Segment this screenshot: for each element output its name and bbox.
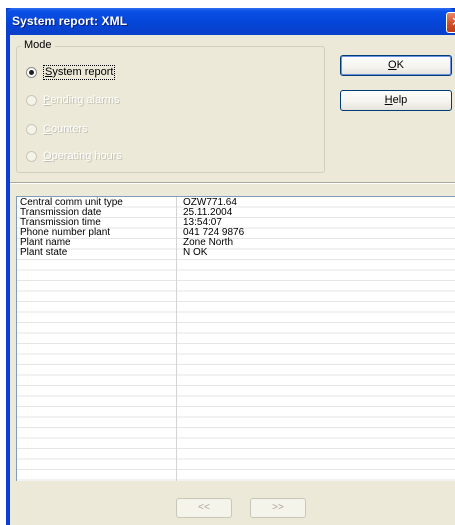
radio-checked-icon[interactable] (26, 66, 37, 78)
button-label-text: elp (392, 94, 408, 106)
help-button[interactable]: Help (340, 90, 452, 111)
property-value: 041 724 9876 (183, 226, 245, 238)
radio-label-operating-hours: Operating hours (43, 150, 122, 163)
report-grid[interactable]: Central comm unit type OZW771.64 Transmi… (16, 196, 455, 481)
separator-line (10, 182, 455, 184)
previous-page-label: << (198, 502, 210, 513)
radio-label-text: ystem report (52, 65, 114, 78)
property-name: Central comm unit type (20, 196, 123, 208)
property-value: OZW771.64 (183, 196, 237, 208)
mode-groupbox: Mode System report Pending alarms Counte… (16, 39, 325, 173)
previous-page-button[interactable]: << (176, 498, 232, 518)
property-value: 25.11.2004 (183, 206, 233, 218)
radio-unchecked-icon (26, 150, 37, 162)
close-icon: ✕ (451, 14, 455, 29)
mnemonic-letter: H (384, 94, 393, 106)
radio-label-text: ending alarms (50, 93, 120, 106)
radio-label-counters: Counters (43, 123, 88, 136)
mnemonic-letter: C (43, 122, 51, 135)
radio-counters: Counters (26, 121, 88, 137)
property-value: Zone North (183, 236, 234, 248)
mode-group-label: Mode (21, 39, 55, 51)
radio-label-system-report[interactable]: System report (43, 64, 116, 80)
mnemonic-letter: O (388, 59, 397, 71)
radio-label-text: ounters (50, 122, 88, 135)
radio-system-report[interactable]: System report (26, 64, 116, 80)
table-row[interactable]: Central comm unit type OZW771.64 (17, 196, 455, 208)
property-value: 13:54:07 (183, 216, 222, 228)
close-button[interactable]: ✕ (446, 12, 455, 33)
radio-label-text: perating hours (51, 149, 122, 162)
ok-button[interactable]: OK (340, 55, 452, 76)
table-row[interactable]: Transmission time 13:54:07 (17, 216, 455, 228)
dialog-client-area: Mode System report Pending alarms Counte… (10, 35, 455, 525)
window-title: System report: XML (12, 14, 128, 28)
property-name: Transmission time (20, 216, 101, 228)
button-label-text: K (396, 59, 404, 71)
property-value: N OK (183, 246, 208, 258)
mnemonic-letter: O (43, 149, 52, 162)
table-row[interactable]: Plant state N OK (17, 246, 455, 258)
next-page-label: >> (272, 502, 284, 513)
property-name: Plant state (20, 246, 68, 258)
next-page-button[interactable]: >> (250, 498, 306, 518)
radio-unchecked-icon (26, 94, 37, 106)
radio-operating-hours: Operating hours (26, 148, 122, 164)
table-row[interactable]: Transmission date 25.11.2004 (17, 206, 455, 218)
radio-unchecked-icon (26, 123, 37, 135)
table-row[interactable]: Phone number plant 041 724 9876 (17, 226, 455, 238)
radio-pending-alarms: Pending alarms (26, 92, 119, 108)
property-name: Transmission date (20, 206, 102, 218)
dialog-window: System report: XML ✕ Mode System report … (6, 8, 455, 525)
property-name: Phone number plant (20, 226, 111, 238)
title-bar[interactable]: System report: XML ✕ (6, 8, 455, 35)
property-name: Plant name (20, 236, 71, 248)
radio-label-pending-alarms: Pending alarms (43, 94, 119, 107)
table-row[interactable]: Plant name Zone North (17, 236, 455, 248)
